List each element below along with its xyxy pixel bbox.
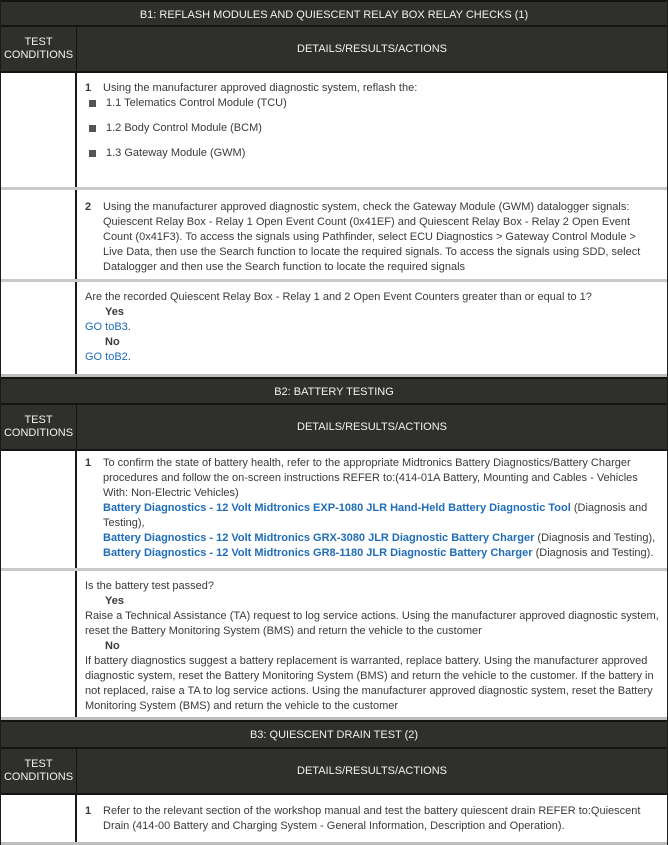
test-conditions-cell — [1, 282, 77, 374]
section-title: B3: QUIESCENT DRAIN TEST (2) — [1, 720, 667, 749]
details-cell: Are the recorded Quiescent Relay Box - R… — [77, 282, 667, 374]
bullet-square-icon — [89, 100, 96, 107]
details-header: DETAILS/RESULTS/ACTIONS — [297, 420, 447, 433]
section-b1: B1: REFLASH MODULES AND QUIESCENT RELAY … — [0, 0, 668, 377]
module-list: 1.1 Telematics Control Module (TCU) 1.2 … — [85, 91, 659, 166]
details-header: DETAILS/RESULTS/ACTIONS — [297, 42, 447, 55]
step-2: 2 Using the manufacturer approved diagno… — [85, 200, 659, 275]
bullet-square-icon — [89, 150, 96, 157]
no-label: No — [105, 640, 120, 652]
gr8-1180-battery-charger-link[interactable]: Battery Diagnostics - 12 Volt Midtronics… — [103, 547, 533, 559]
details-cell: 1 Refer to the relevant section of the w… — [77, 795, 667, 842]
section-b2: B2: BATTERY TESTING TEST CONDITIONS DETA… — [0, 377, 668, 720]
decision-question: Is the battery test passed? — [85, 580, 215, 592]
yes-label: Yes — [105, 595, 124, 607]
test-conditions-cell — [1, 451, 77, 568]
yes-action: GO toB3. — [85, 321, 131, 333]
details-cell: 1 Using the manufacturer approved diagno… — [77, 73, 667, 187]
test-conditions-header: TEST CONDITIONS — [1, 749, 77, 793]
test-conditions-cell — [1, 795, 77, 842]
details-cell: 2 Using the manufacturer approved diagno… — [77, 190, 667, 279]
step-row: 1 To confirm the state of battery health… — [1, 451, 667, 571]
column-header-row: TEST CONDITIONS DETAILS/RESULTS/ACTIONS — [1, 27, 667, 73]
test-conditions-cell — [1, 73, 77, 187]
section-title: B1: REFLASH MODULES AND QUIESCENT RELAY … — [1, 0, 667, 27]
details-cell: 1 To confirm the state of battery health… — [77, 451, 667, 568]
column-header-row: TEST CONDITIONS DETAILS/RESULTS/ACTIONS — [1, 405, 667, 451]
step-row: 1 Using the manufacturer approved diagno… — [1, 73, 667, 190]
details-cell: Is the battery test passed? Yes Raise a … — [77, 571, 667, 717]
yes-label: Yes — [105, 306, 124, 318]
step-text: Using the manufacturer approved diagnost… — [103, 82, 418, 94]
no-action: If battery diagnostics suggest a battery… — [85, 655, 654, 712]
section-title: B2: BATTERY TESTING — [1, 377, 667, 405]
step-1: 1 To confirm the state of battery health… — [85, 457, 656, 559]
test-conditions-header: TEST CONDITIONS — [1, 405, 77, 449]
section-b3: B3: QUIESCENT DRAIN TEST (2) TEST CONDIT… — [0, 720, 668, 845]
step-text: To confirm the state of battery health, … — [103, 457, 638, 499]
go-to-b2-link[interactable]: GO toB2 — [85, 351, 128, 363]
step-number: 2 — [85, 201, 92, 213]
decision-row: Is the battery test passed? Yes Raise a … — [1, 571, 667, 720]
step-row: 1 Refer to the relevant section of the w… — [1, 795, 667, 845]
step-text: Using the manufacturer approved diagnost… — [103, 201, 641, 273]
step-1: 1 Using the manufacturer approved diagno… — [85, 81, 659, 96]
step-number: 1 — [85, 82, 92, 94]
test-conditions-header: TEST CONDITIONS — [1, 27, 77, 71]
list-item: 1.3 Gateway Module (GWM) — [85, 141, 659, 166]
step-number: 1 — [85, 457, 92, 469]
workshop-manual-page: B1: REFLASH MODULES AND QUIESCENT RELAY … — [0, 0, 668, 845]
go-to-b3-link[interactable]: GO toB3 — [85, 321, 128, 333]
decision-row: Are the recorded Quiescent Relay Box - R… — [1, 282, 667, 377]
details-header: DETAILS/RESULTS/ACTIONS — [297, 764, 447, 777]
list-item: 1.2 Body Control Module (BCM) — [85, 116, 659, 141]
no-label: No — [105, 336, 120, 348]
test-conditions-cell — [1, 190, 77, 279]
exp-1080-diagnostic-tool-link[interactable]: Battery Diagnostics - 12 Volt Midtronics… — [103, 502, 571, 514]
decision-question: Are the recorded Quiescent Relay Box - R… — [85, 291, 592, 303]
bullet-square-icon — [89, 125, 96, 132]
test-conditions-cell — [1, 571, 77, 717]
step-row: 2 Using the manufacturer approved diagno… — [1, 190, 667, 282]
yes-action: Raise a Technical Assistance (TA) reques… — [85, 610, 659, 637]
no-action: GO toB2. — [85, 351, 131, 363]
column-header-row: TEST CONDITIONS DETAILS/RESULTS/ACTIONS — [1, 749, 667, 795]
grx-3080-battery-charger-link[interactable]: Battery Diagnostics - 12 Volt Midtronics… — [103, 532, 534, 544]
